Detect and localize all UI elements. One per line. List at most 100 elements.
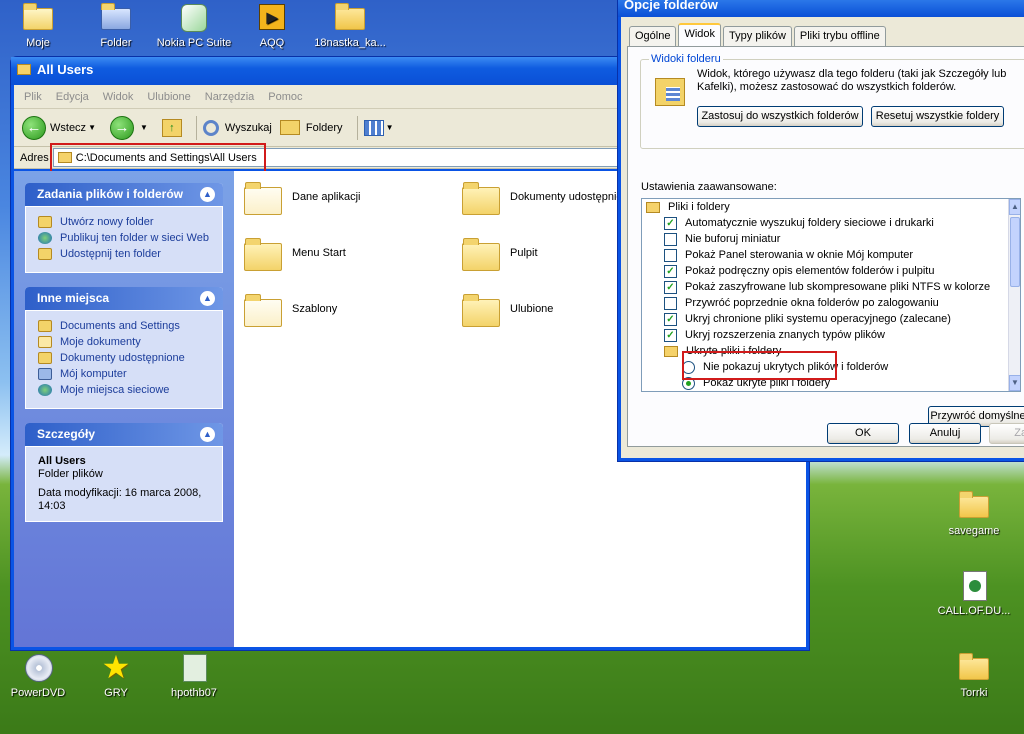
collapse-icon[interactable]: ▲ [200, 291, 215, 306]
forward-button[interactable]: → ▼ [109, 115, 154, 140]
setting-ntfs-color[interactable]: ✓ Pokaż zaszyfrowane lub skompresowane pl… [664, 279, 990, 295]
folders-button[interactable]: Foldery [279, 120, 343, 135]
collapse-icon[interactable]: ▲ [200, 187, 215, 202]
task-publish-web[interactable]: Publikuj ten folder w sieci Web [38, 232, 214, 245]
scroll-thumb[interactable] [1010, 217, 1020, 287]
folders-icon [279, 120, 300, 135]
menu-tools[interactable]: Narzędzia [205, 91, 255, 103]
panel-tasks: Zadania plików i folderów ▲ Utwórz nowy f… [25, 183, 223, 273]
views-button[interactable]: ▼ [363, 119, 400, 136]
checkbox-unchecked[interactable] [664, 248, 677, 262]
setting-show-control-panel[interactable]: Pokaż Panel sterowania w oknie Mój kompu… [664, 247, 913, 263]
desktop-icon-gry[interactable]: ★ GRY [74, 651, 158, 699]
task-pane: Zadania plików i folderów ▲ Utwórz nowy f… [14, 171, 234, 647]
checkbox-checked[interactable]: ✓ [664, 280, 677, 294]
dialog-title-bar[interactable]: Opcje folderów [618, 0, 1024, 17]
globe-icon [38, 232, 52, 244]
checkbox-unchecked[interactable] [664, 232, 677, 246]
checkbox-checked[interactable]: ✓ [664, 328, 677, 342]
folder-icon [462, 293, 500, 327]
ok-button[interactable]: OK [827, 423, 899, 444]
details-modified: Data modyfikacji: 16 marca 2008, 14:03 [38, 487, 202, 512]
desktop-icon-nokia[interactable]: Nokia PC Suite [152, 2, 236, 49]
toolbar-separator [356, 115, 358, 140]
setting-hide-protected[interactable]: ✓ Ukryj chronione pliki systemu operacyjn… [664, 311, 951, 327]
task-share-folder[interactable]: Udostępnij ten folder [38, 248, 214, 261]
tab-general[interactable]: Ogólne [629, 26, 677, 46]
desktop-icon-powerdvd[interactable]: PowerDVD [0, 652, 80, 699]
checkbox-checked[interactable]: ✓ [664, 264, 677, 278]
up-folder-button[interactable]: ↑ [161, 118, 182, 137]
back-button[interactable]: ← Wstecz ▼ [22, 115, 102, 140]
place-my-computer[interactable]: Mój komputer [38, 368, 214, 381]
tab-view[interactable]: Widok [678, 23, 722, 46]
tree-root: Pliki i foldery [646, 199, 730, 215]
tab-file-types[interactable]: Typy plików [723, 26, 792, 46]
documents-icon [38, 336, 52, 348]
place-network[interactable]: Moje miejsca sieciowe [38, 384, 214, 397]
setting-show-tooltips[interactable]: ✓ Pokaż podręczny opis elementów folderów… [664, 263, 934, 279]
menu-help[interactable]: Pomoc [268, 91, 302, 103]
folder-item[interactable]: Pulpit [462, 237, 538, 271]
checkbox-checked[interactable]: ✓ [664, 216, 677, 230]
views-description: Widok, którego używasz dla tego folderu … [697, 68, 1007, 93]
menu-edit[interactable]: Edycja [56, 91, 89, 103]
back-dropdown-icon[interactable]: ▼ [88, 123, 96, 132]
search-button[interactable]: Wyszukaj [202, 119, 272, 136]
desktop-icon-18nastka[interactable]: 18nastka_ka... [308, 2, 392, 49]
menu-view[interactable]: Widok [103, 91, 134, 103]
collapse-icon[interactable]: ▲ [200, 427, 215, 442]
scroll-up-icon[interactable]: ▲ [1009, 199, 1020, 215]
panel-places-header[interactable]: Inne miejsca ▲ [25, 287, 223, 310]
folder-icon [244, 293, 282, 327]
folder-icon [957, 490, 991, 522]
desktop-icon-folder[interactable]: Folder [74, 2, 158, 49]
setting-hide-extensions[interactable]: ✓ Ukryj rozszerzenia znanych typów plików [664, 327, 885, 343]
desktop-icon-aqq[interactable]: ▶ AQQ [230, 2, 314, 49]
tab-offline-files[interactable]: Pliki trybu offline [793, 26, 886, 46]
desktop-icon-torrki[interactable]: Torrki [932, 652, 1016, 699]
reset-all-folders-button[interactable]: Resetuj wszystkie foldery [871, 106, 1004, 127]
folder-icon [664, 345, 678, 357]
folder-item[interactable]: Szablony [244, 293, 337, 327]
desktop-icon-hpothb07[interactable]: hpothb07 [152, 652, 236, 699]
folder-icon [38, 320, 52, 332]
place-my-documents[interactable]: Moje dokumenty [38, 336, 214, 349]
folder-item[interactable]: Ulubione [462, 293, 553, 327]
folder-item[interactable]: Menu Start [244, 237, 346, 271]
place-documents-and-settings[interactable]: Documents and Settings [38, 320, 214, 333]
checkbox-unchecked[interactable] [664, 296, 677, 310]
panel-details-header[interactable]: Szczegóły ▲ [25, 423, 223, 446]
menu-file[interactable]: Plik [24, 91, 42, 103]
tree-scrollbar[interactable]: ▲ ▼ [1008, 199, 1020, 391]
folder-up-icon: ↑ [161, 118, 182, 137]
dialog-title: Opcje folderów [624, 0, 718, 12]
desktop-icon-savegame[interactable]: savegame [932, 490, 1016, 537]
setting-restore-windows[interactable]: Przywróć poprzednie okna folderów po zal… [664, 295, 939, 311]
desktop-icon-moje[interactable]: Moje [0, 2, 80, 49]
folder-icon [333, 2, 367, 34]
menu-favorites[interactable]: Ulubione [147, 91, 190, 103]
setting-auto-search[interactable]: ✓ Automatycznie wyszukuj foldery sieciowe… [664, 215, 934, 231]
nokia-pc-suite-icon [177, 2, 211, 34]
share-folder-icon [38, 248, 52, 260]
desktop-icon-callofduty[interactable]: CALL.OF.DU... [932, 570, 1016, 617]
panel-tasks-header[interactable]: Zadania plików i folderów ▲ [25, 183, 223, 206]
apply-to-all-folders-button[interactable]: Zastosuj do wszystkich folderów [697, 106, 863, 127]
tab-strip: Ogólne Widok Typy plików Pliki trybu off… [629, 23, 888, 46]
forward-dropdown-icon[interactable]: ▼ [140, 123, 148, 132]
folder-options-dialog: Opcje folderów Ogólne Widok Typy plików … [617, 0, 1024, 462]
cancel-button[interactable]: Anuluj [909, 423, 981, 444]
folder-item[interactable]: Dokumenty udostępnione [462, 181, 635, 215]
checkbox-checked[interactable]: ✓ [664, 312, 677, 326]
place-shared-documents[interactable]: Dokumenty udostępnione [38, 352, 214, 365]
views-icon [363, 119, 384, 136]
task-new-folder[interactable]: Utwórz nowy folder [38, 216, 214, 229]
highlight-show-hidden [682, 351, 837, 380]
details-name: All Users [38, 455, 86, 467]
folder-item[interactable]: Dane aplikacji [244, 181, 360, 215]
apply-button[interactable]: Zast [989, 423, 1024, 444]
scroll-down-icon[interactable]: ▼ [1009, 375, 1020, 391]
setting-no-thumbnail-cache[interactable]: Nie buforuj miniatur [664, 231, 780, 247]
folder-icon [17, 64, 31, 75]
